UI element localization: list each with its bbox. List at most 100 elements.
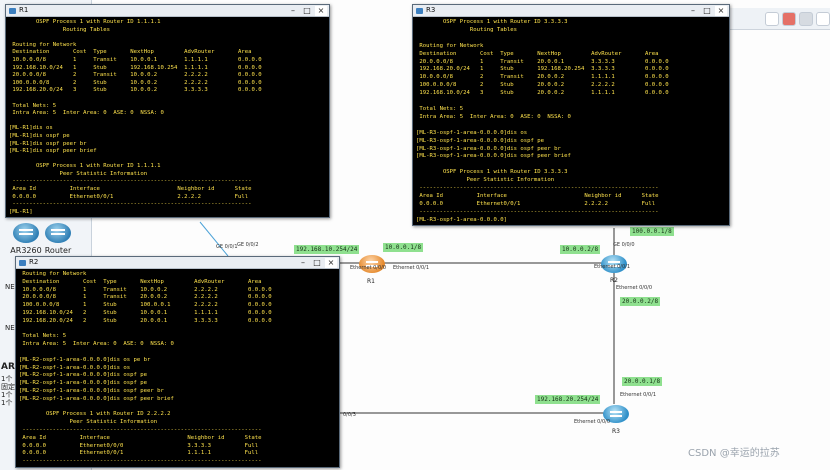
interface-label: Ethernet 0/0/1 (594, 264, 631, 270)
router-name: R1 (367, 278, 375, 285)
interface-label: Ethernet 0/0/1 (393, 265, 430, 271)
window-title: R1 (19, 6, 29, 14)
window-titlebar[interactable]: R1 – □ × (6, 5, 329, 17)
terminal-line: Peer Statistic Information (416, 177, 555, 184)
terminal-line: [ML-R2-ospf-1-area-0.0.0.0]dis ospf pe (19, 380, 147, 387)
terminal-line: 192.168.20.0/24 2 Stub 20.0.0.1 3.3.3.3 … (19, 317, 272, 324)
maximize-button[interactable]: □ (301, 6, 313, 16)
interface-label: Ethernet 0/0/0 (350, 265, 387, 271)
terminal-line: OSPF Process 1 with Router ID 1.1.1.1 (9, 163, 161, 170)
terminal-line: 0.0.0.0 Ethernet0/0/1 2.2.2.2 Full (416, 200, 656, 207)
router-name: R3 (612, 428, 620, 435)
terminal-line: Peer Statistic Information (9, 170, 148, 177)
window-titlebar[interactable]: R3 – □ × (413, 5, 729, 17)
terminal-line: Area Id Interface Neighbor id State (416, 192, 659, 199)
interface-label: Ethernet 0/0/1 (620, 392, 657, 398)
router-name: R2 (610, 277, 618, 284)
terminal-line: [ML-R2-ospf-1-area-0.0.0.0]dis ospf peer… (19, 395, 174, 402)
terminal-icon (19, 260, 26, 266)
terminal-line: OSPF Process 1 with Router ID 3.3.3.3 (416, 19, 568, 25)
watermark: CSDN @幸运的拉苏 (688, 448, 780, 459)
window-title: R2 (29, 258, 39, 266)
terminal-line: Routing Tables (416, 26, 518, 33)
interface-label: Ethernet 0/0/0 (616, 285, 653, 291)
terminal-line: 192.168.10.0/24 2 Stub 10.0.0.1 1.1.1.1 … (19, 309, 272, 316)
terminal-line: OSPF Process 1 with Router ID 1.1.1.1 (9, 19, 161, 25)
terminal-line: [ML-R1]dis ospf peer br (9, 140, 87, 147)
terminal-icon (9, 8, 16, 14)
terminal-line: 192.168.10.0/24 3 Stub 20.0.0.2 1.1.1.1 … (416, 90, 669, 97)
terminal-line: 10.0.0.0/8 2 Transit 20.0.0.2 1.1.1.1 0.… (416, 74, 669, 81)
interface-label: GE 0/0/0 (613, 242, 635, 248)
terminal-line: 10.0.0.0/8 1 Transit 10.0.0.2 2.2.2.2 0.… (19, 286, 272, 293)
terminal-line: 192.168.10.0/24 1 Stub 192.168.10.254 1.… (9, 64, 262, 71)
terminal-line: [ML-R2-ospf-1-area-0.0.0.0]dis ospf pe (19, 372, 147, 379)
terminal-line: Destination Cost Type NextHop AdvRouter … (9, 49, 252, 56)
minimize-button[interactable]: – (297, 258, 309, 268)
terminal-window-r2[interactable]: R2 – □ × Routing for Network Destination… (15, 256, 340, 468)
link-pc-r1[interactable] (199, 221, 229, 257)
interface-label: GE 0/0/2 (237, 242, 259, 248)
terminal-line: Destination Cost Type NextHop AdvRouter … (416, 50, 659, 57)
window-title: R3 (426, 6, 436, 14)
terminal-output[interactable]: Routing for Network Destination Cost Typ… (19, 271, 272, 466)
terminal-line: Intra Area: 5 Inter Area: 0 ASE: 0 NSSA:… (416, 113, 571, 120)
terminal-line: [ML-R1]dis os (9, 125, 53, 132)
terminal-line: Total Nets: 5 (19, 333, 67, 340)
close-button[interactable]: × (715, 6, 727, 16)
window-titlebar[interactable]: R2 – □ × (16, 257, 339, 269)
terminal-line: Total Nets: 5 (9, 102, 57, 109)
terminal-line: 20.0.0.0/8 2 Transit 10.0.0.2 2.2.2.2 0.… (9, 72, 262, 79)
terminal-line: 100.0.0.0/8 1 Stub 100.0.0.1 2.2.2.2 0.0… (19, 302, 272, 309)
terminal-line: Area Id Interface Neighbor id State (19, 434, 262, 441)
terminal-line: ----------------------------------------… (9, 201, 252, 208)
network-label: 10.0.0.1/8 (383, 243, 424, 252)
network-label: 10.0.0.2/8 (560, 245, 601, 254)
terminal-line: Intra Area: 5 Inter Area: 0 ASE: 0 NSSA:… (9, 110, 164, 117)
terminal-line: Intra Area: 5 Inter Area: 0 ASE: 0 NSSA:… (19, 341, 174, 348)
terminal-line: Routing for Network (9, 41, 77, 48)
terminal-line: [ML-R3-ospf-1-area-0.0.0.0]dis ospf peer… (416, 153, 571, 160)
terminal-line: Routing Tables (9, 26, 111, 33)
interface-label: 0/0/3 (343, 412, 356, 418)
terminal-line: Area Id Interface Neighbor id State (9, 186, 252, 193)
close-button[interactable]: × (325, 258, 337, 268)
terminal-line: 10.0.0.0/8 1 Transit 10.0.0.1 1.1.1.1 0.… (9, 56, 262, 63)
terminal-line: Destination Cost Type NextHop AdvRouter … (19, 278, 262, 285)
interface-label: Ethernet 0/0/0 (574, 419, 611, 425)
terminal-line: [ML-R3-ospf-1-area-0.0.0.0]dis os (416, 129, 528, 136)
network-label: 20.0.0.1/8 (622, 377, 663, 386)
terminal-line: 20.0.0.0/8 1 Transit 20.0.0.1 3.3.3.3 0.… (416, 58, 669, 65)
terminal-line: 0.0.0.0 Ethernet0/0/1 2.2.2.2 Full (9, 193, 249, 200)
minimize-button[interactable]: – (287, 6, 299, 16)
terminal-line: OSPF Process 1 with Router ID 2.2.2.2 (19, 411, 171, 418)
interface-label: GE 0/0/1 (216, 244, 238, 250)
terminal-line: [ML-R2-ospf-1-area-0.0.0.0]dis os pe br (19, 356, 151, 363)
terminal-line: Peer Statistic Information (19, 419, 158, 426)
terminal-window-r1[interactable]: R1 – □ × OSPF Process 1 with Router ID 1… (5, 4, 330, 218)
terminal-line: [ML-R1]dis ospf peer brief (9, 148, 97, 155)
terminal-line: 100.0.0.0/8 2 Stub 10.0.0.2 2.2.2.2 0.0.… (9, 79, 262, 86)
terminal-line: [ML-R3-ospf-1-area-0.0.0.0]dis ospf peer… (416, 145, 561, 152)
terminal-line: Total Nets: 5 (416, 105, 464, 112)
maximize-button[interactable]: □ (701, 6, 713, 16)
terminal-line: ----------------------------------------… (19, 426, 262, 433)
terminal-icon (416, 8, 423, 14)
terminal-line: [ML-R2-ospf-1-area-0.0.0.0]dis ospf peer… (19, 387, 164, 394)
terminal-window-r3[interactable]: R3 – □ × OSPF Process 1 with Router ID 3… (412, 4, 730, 226)
terminal-line: 0.0.0.0 Ethernet0/0/1 1.1.1.1 Full (19, 450, 259, 457)
terminal-output[interactable]: OSPF Process 1 with Router ID 1.1.1.1 Ro… (9, 19, 262, 216)
terminal-line: ----------------------------------------… (416, 185, 659, 192)
minimize-button[interactable]: – (687, 6, 699, 16)
terminal-output[interactable]: OSPF Process 1 with Router ID 3.3.3.3 Ro… (416, 19, 669, 225)
maximize-button[interactable]: □ (311, 258, 323, 268)
close-button[interactable]: × (315, 6, 327, 16)
